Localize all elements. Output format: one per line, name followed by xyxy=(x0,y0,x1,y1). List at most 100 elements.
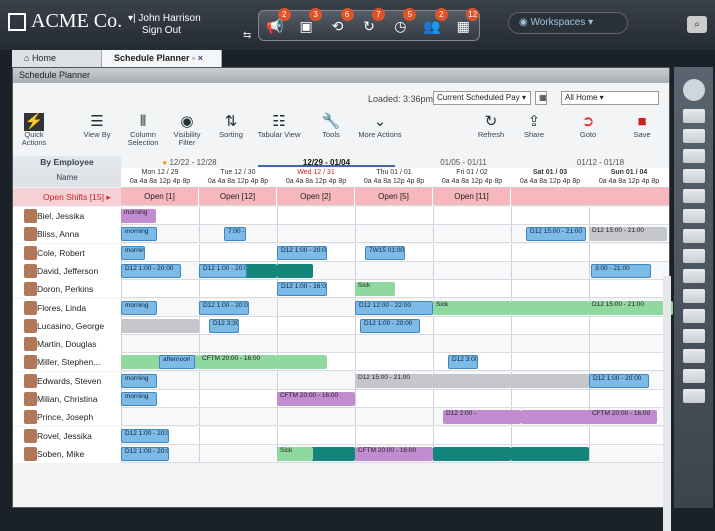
shift-block[interactable]: D12 12:00 - 22:00 xyxy=(355,300,433,315)
rail-button[interactable] xyxy=(682,249,705,263)
shift-block[interactable]: Sick xyxy=(277,446,313,461)
week-prev[interactable]: ● 12/22 - 12/28 xyxy=(121,158,258,167)
rail-button[interactable] xyxy=(682,109,705,123)
day-column[interactable]: Tue 12 / 30 0a 4a 8a 12p 4p 8p xyxy=(199,168,277,188)
shift-block[interactable]: morning xyxy=(121,373,157,388)
shift-block[interactable]: D12 1:00 - 20:00 xyxy=(277,245,327,260)
tab-schedule-planner[interactable]: Schedule Planner ▫ × xyxy=(102,50,222,67)
shift-block[interactable]: morning xyxy=(121,209,156,223)
save-button[interactable]: ■ Save xyxy=(627,113,657,139)
shift-block[interactable]: D12 15:00 - 21:00 xyxy=(355,373,433,388)
megaphone-icon[interactable]: 📢 2 xyxy=(265,7,291,36)
shift-block[interactable]: CFTM 20:00 - 16:00 xyxy=(355,446,433,461)
shift-block[interactable]: D12 1:00 - 20:00 xyxy=(589,373,649,388)
globe-icon[interactable] xyxy=(682,79,705,101)
sorting-button[interactable]: ⇅ Sorting xyxy=(209,113,253,139)
user-menu[interactable]: ▾| John Harrison Sign Out xyxy=(128,13,201,37)
shift-block[interactable]: 3:00 - 21:00 xyxy=(591,263,651,278)
day-column[interactable]: Sun 01 / 04 0a 4a 8a 12p 4p 8p xyxy=(589,168,669,188)
visibility-filter-button[interactable]: ◉ Visibility Filter xyxy=(165,113,209,147)
shift-block[interactable]: D12 3:00 - xyxy=(448,355,478,370)
search-icon[interactable]: ⌕ xyxy=(687,16,707,33)
clipboard-icon[interactable]: ▣ 3 xyxy=(296,7,323,36)
swap-icon[interactable]: ⟲ 6 xyxy=(328,7,354,36)
share-button[interactable]: ⇪ Share xyxy=(519,113,549,139)
shift-block[interactable]: morning xyxy=(121,227,157,242)
shift-block[interactable]: D12 1:00 - 20:00 xyxy=(199,300,249,315)
day-column[interactable]: Thu 01 / 01 0a 4a 8a 12p 4p 8p xyxy=(355,168,433,188)
week-next[interactable]: 01/05 - 01/11 xyxy=(395,158,532,167)
shift-block[interactable]: CFTM 20:00 - 16:00 xyxy=(589,410,657,425)
tab-home[interactable]: ⌂ Home xyxy=(12,50,102,67)
rail-button[interactable] xyxy=(682,129,705,143)
name-column-header[interactable]: Name xyxy=(13,169,121,187)
shift-block[interactable]: D12 15:00 - 21:00 xyxy=(589,300,673,315)
rail-button[interactable] xyxy=(682,209,705,223)
rail-button[interactable] xyxy=(682,269,705,283)
calculator-icon[interactable]: ▦ xyxy=(535,91,547,105)
more-actions-button[interactable]: ⌄ More Actions xyxy=(355,113,405,139)
open-shift-cell[interactable]: Open [5] xyxy=(355,188,433,206)
shift-block[interactable]: 7:00 - 15 xyxy=(224,227,246,242)
shift-block[interactable]: Sick xyxy=(433,300,511,315)
sync-icon[interactable]: ⇆ xyxy=(243,30,251,41)
open-shift-cell[interactable]: Open [2] xyxy=(277,188,355,206)
shift-block[interactable]: D12 2:00 - xyxy=(443,410,521,425)
vertical-scrollbar[interactable] xyxy=(663,276,671,531)
shift-block[interactable]: D12 3:30 xyxy=(209,318,239,333)
shift-block[interactable]: morning xyxy=(121,300,157,315)
open-shift-cell[interactable]: Open [12] xyxy=(199,188,277,206)
shift-block[interactable]: D12 15:00 - 21:00 xyxy=(589,227,667,242)
shift-block[interactable] xyxy=(277,355,327,370)
rail-button[interactable] xyxy=(682,289,705,303)
shift-block[interactable]: CFTM 20:00 - 16:00 xyxy=(199,355,277,370)
rail-button[interactable] xyxy=(682,309,705,323)
quick-actions-button[interactable]: ⚡ Quick Actions xyxy=(19,113,49,147)
share-icon[interactable]: ↻ 7 xyxy=(359,7,385,36)
shift-block[interactable]: D12 1:00 - 16:00 xyxy=(277,282,327,297)
shift-block[interactable] xyxy=(121,318,199,333)
week-after[interactable]: 01/12 - 01/18 xyxy=(532,158,669,167)
shift-block[interactable]: Sick xyxy=(355,282,395,297)
day-column[interactable]: Sat 01 / 03 0a 4a 8a 12p 4p 8p xyxy=(511,168,589,188)
shift-block[interactable] xyxy=(433,446,511,461)
rail-button[interactable] xyxy=(682,329,705,343)
shift-block[interactable]: afternoon xyxy=(159,355,195,370)
rail-button[interactable] xyxy=(682,169,705,183)
home-select[interactable]: All Home ▾ xyxy=(561,91,659,105)
close-icon[interactable]: ▫ × xyxy=(192,53,203,63)
day-column[interactable]: Fri 01 / 02 0a 4a 8a 12p 4p 8p xyxy=(433,168,511,188)
rail-button[interactable] xyxy=(682,349,705,363)
rail-button[interactable] xyxy=(682,189,705,203)
tools-button[interactable]: 🔧 Tools xyxy=(309,113,353,139)
shift-block[interactable] xyxy=(511,446,589,461)
shift-block[interactable] xyxy=(521,410,599,425)
rail-button[interactable] xyxy=(682,369,705,383)
rail-button[interactable] xyxy=(682,229,705,243)
shift-block[interactable]: D12 1:00 - 20:00 xyxy=(199,263,247,278)
workspaces-dropdown[interactable]: ◉ Workspaces ▾ xyxy=(508,12,628,34)
shift-block[interactable] xyxy=(511,300,589,315)
view-by-button[interactable]: ☰ View By xyxy=(75,113,119,139)
shift-block[interactable]: D12 1:00 - 20:00 xyxy=(121,428,169,443)
shift-block[interactable]: 7W15 01:00 xyxy=(365,245,405,260)
goto-button[interactable]: ➲ Goto xyxy=(573,113,603,139)
open-shifts-label[interactable]: Open Shifts [15] ▸ xyxy=(13,188,121,206)
refresh-button[interactable]: ↻ Refresh xyxy=(471,113,511,139)
shift-block[interactable] xyxy=(511,373,589,388)
open-shift-cell[interactable]: Open [11] xyxy=(433,188,511,206)
rail-button[interactable] xyxy=(682,149,705,163)
people-icon[interactable]: 👥 2 xyxy=(422,7,448,36)
signout-link[interactable]: Sign Out xyxy=(128,25,201,37)
calendar-icon[interactable]: ▦ 12 xyxy=(453,7,480,36)
shift-block[interactable]: morning xyxy=(121,245,145,260)
shift-block[interactable]: morning xyxy=(121,392,157,406)
shift-block[interactable]: D12 1:00 - 20:00 xyxy=(121,263,181,278)
shift-block[interactable]: D12 1:00 - 20:00 xyxy=(121,446,169,461)
by-employee-header[interactable]: By Employee xyxy=(13,156,121,169)
shift-block[interactable]: D12 1:00 - 20:00 xyxy=(360,318,420,333)
week-current[interactable]: 12/29 - 01/04 xyxy=(258,158,395,167)
clock-icon[interactable]: ◷ 5 xyxy=(390,7,417,36)
day-column[interactable]: Mon 12 / 29 0a 4a 8a 12p 4p 8p xyxy=(121,168,199,188)
column-selection-button[interactable]: ⦀ Column Selection xyxy=(121,113,165,147)
